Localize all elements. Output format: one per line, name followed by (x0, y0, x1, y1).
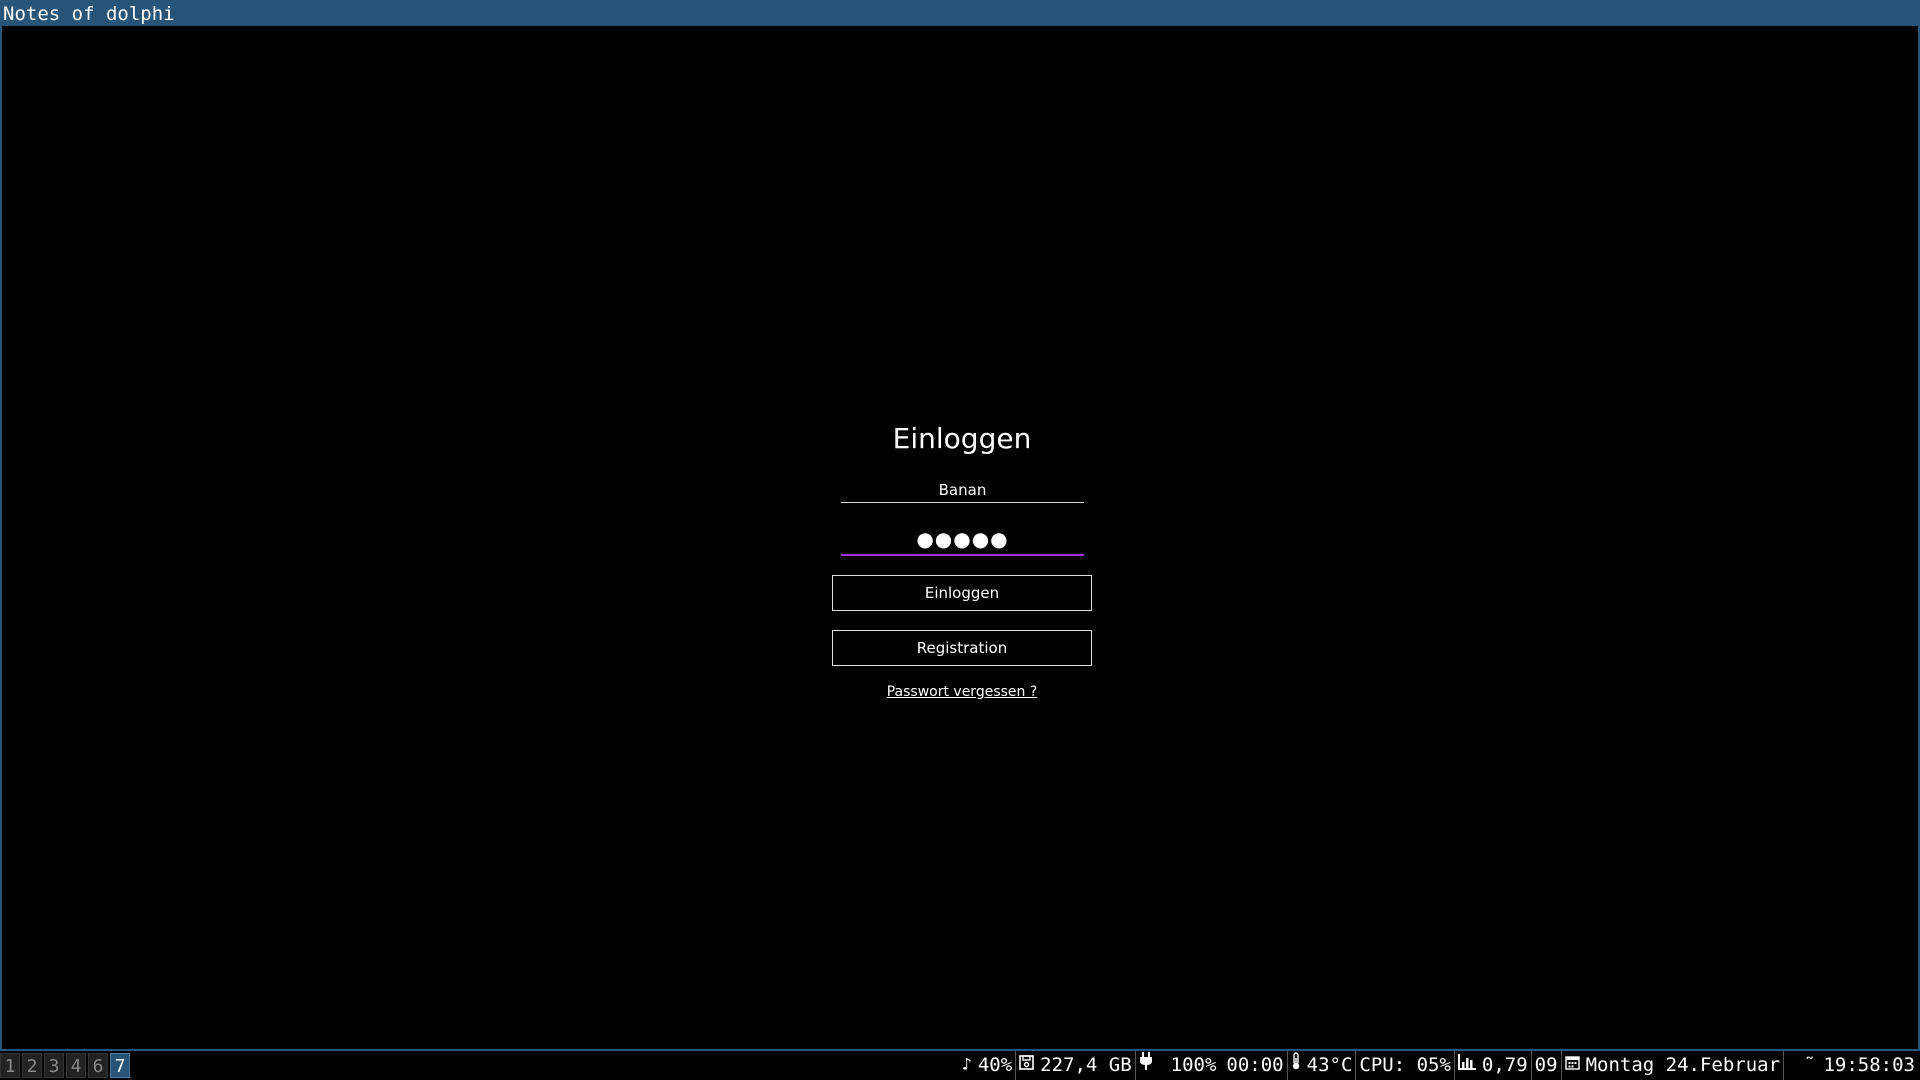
calendar-icon (1564, 1051, 1580, 1080)
workspace-button-2[interactable]: 2 (22, 1053, 42, 1078)
cpu-block: CPU: 05% (1356, 1051, 1455, 1080)
forgot-password-link[interactable]: Passwort vergessen ? (832, 684, 1092, 700)
workspace-list: 1 2 3 4 6 7 (0, 1053, 130, 1078)
app-window: Notes of dolphi Einloggen Einloggen Regi… (0, 0, 1920, 1051)
workspace-button-7[interactable]: 7 (110, 1053, 130, 1078)
time-prefix: ˜ (1804, 1054, 1816, 1076)
date-value: Montag 24.Februar (1585, 1054, 1781, 1076)
volume-value: 40% (977, 1054, 1013, 1076)
login-button[interactable]: Einloggen (832, 575, 1092, 611)
battery-percent: 100% (1170, 1054, 1217, 1076)
window-titlebar[interactable]: Notes of dolphi (2, 2, 1919, 26)
load-value: 0,79 (1481, 1054, 1528, 1076)
week-value: 09 (1534, 1054, 1558, 1076)
cpu-value: CPU: 05% (1359, 1054, 1451, 1076)
date-block: Montag 24.Februar (1562, 1051, 1785, 1080)
register-button[interactable]: Registration (832, 630, 1092, 666)
load-block: 0,79 (1455, 1051, 1532, 1080)
disk-value: 227,4 GB (1040, 1054, 1132, 1076)
time-value: 19:58:03 (1823, 1054, 1915, 1076)
battery-block: 100% 00:00 (1136, 1051, 1288, 1080)
battery-time: 00:00 (1226, 1054, 1284, 1076)
disk-icon (1019, 1051, 1034, 1080)
login-title: Einloggen (892, 422, 1032, 455)
workspace-button-3[interactable]: 3 (44, 1053, 64, 1078)
temperature-block: 43°C (1288, 1051, 1357, 1080)
status-bar: 1 2 3 4 6 7 ♪ 40% 227,4 GB 100% 00:00 43… (0, 1051, 1920, 1080)
thermometer-icon (1291, 1051, 1301, 1080)
workspace-button-4[interactable]: 4 (66, 1053, 86, 1078)
volume-block: ♪ 40% (959, 1051, 1017, 1080)
time-block: ˜ 19:58:03 (1784, 1051, 1918, 1080)
workspace-button-1[interactable]: 1 (0, 1053, 20, 1078)
chart-icon (1457, 1051, 1476, 1080)
status-blocks: ♪ 40% 227,4 GB 100% 00:00 43°C CPU: 05% (959, 1051, 1918, 1080)
temperature-value: 43°C (1306, 1054, 1353, 1076)
music-note-icon: ♪ (961, 1055, 972, 1075)
workspace-button-6[interactable]: 6 (88, 1053, 108, 1078)
disk-block: 227,4 GB (1016, 1051, 1136, 1080)
window-title: Notes of dolphi (3, 3, 175, 25)
username-input[interactable] (841, 477, 1084, 503)
password-input[interactable] (841, 524, 1084, 556)
app-content: Einloggen Einloggen Registration Passwor… (2, 26, 1918, 1049)
plug-icon (1139, 1051, 1153, 1080)
week-block: 09 (1532, 1051, 1562, 1080)
